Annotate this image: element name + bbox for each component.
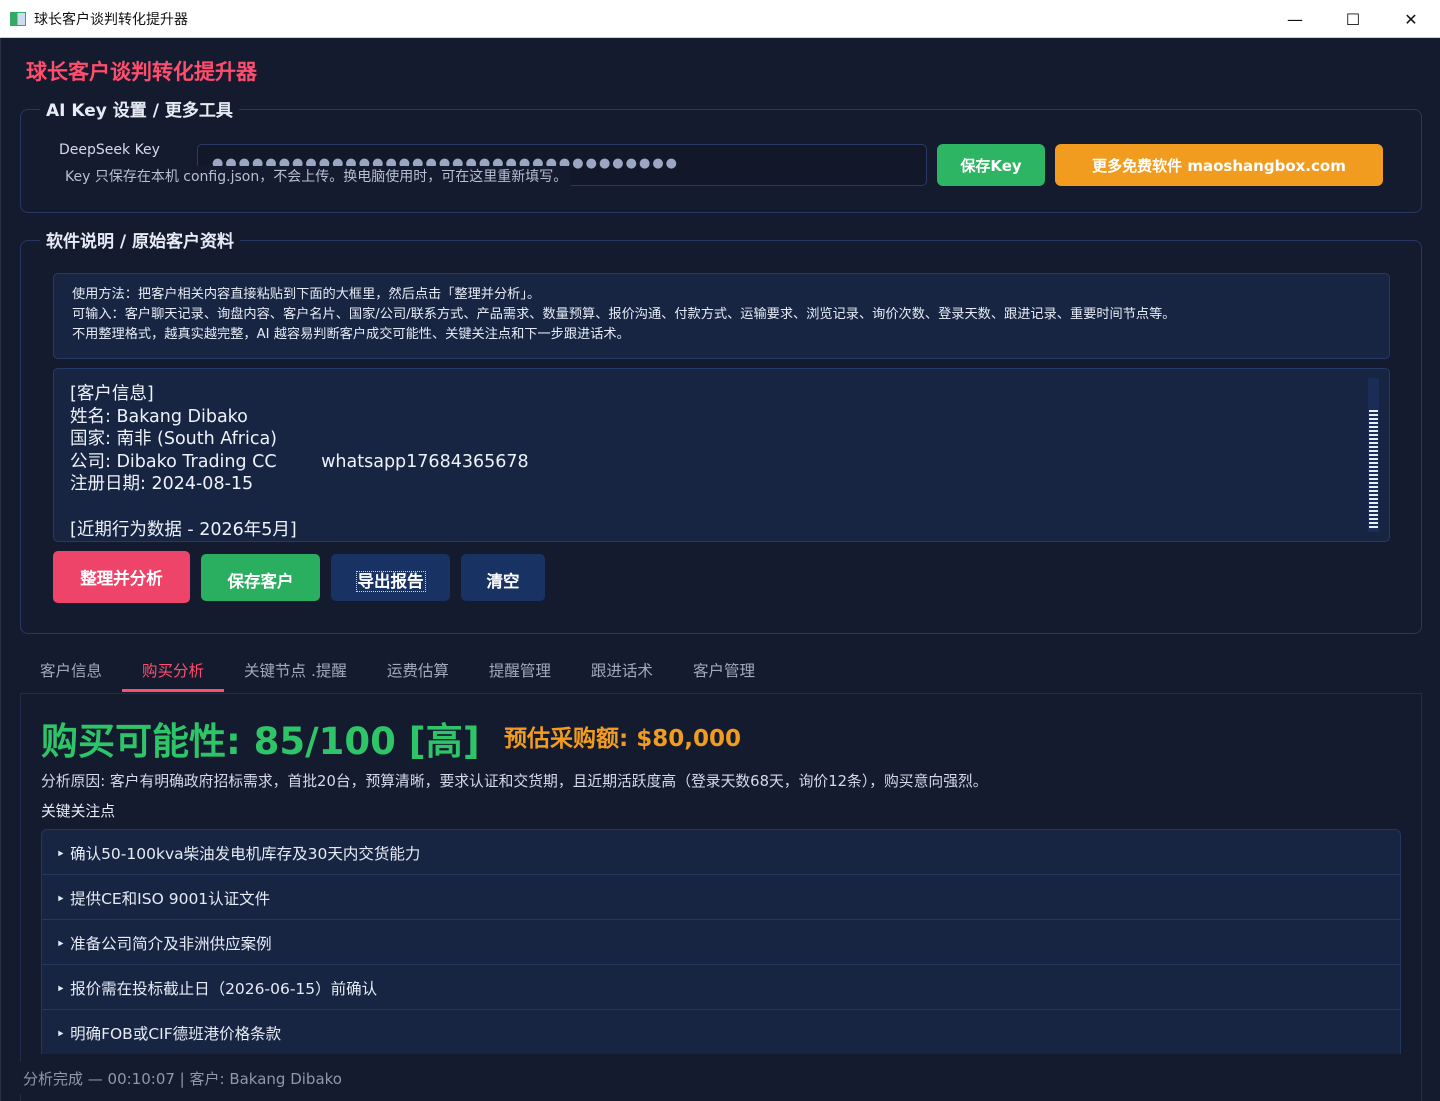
status-bar: 分析完成 — 00:10:07 | 客户: Bakang Dibako (1, 1062, 1421, 1094)
app-title: 球长客户谈判转化提升器 (26, 60, 257, 84)
export-report-button[interactable]: 导出报告 (331, 554, 450, 601)
clear-button[interactable]: 清空 (461, 554, 545, 601)
scrollbar-thumb[interactable] (1369, 410, 1378, 528)
tab-key-milestones[interactable]: 关键节点 .提醒 (224, 646, 367, 692)
minimize-button[interactable]: — (1266, 0, 1324, 38)
list-item[interactable]: ‣ 报价需在投标截止日（2026-06-15）前确认 (41, 964, 1401, 1009)
usage-instructions: 使用方法：把客户相关内容直接粘贴到下面的大框里，然后点击「整理并分析」。 可输入… (53, 273, 1390, 359)
raw-customer-group: 软件说明 / 原始客户资料 使用方法：把客户相关内容直接粘贴到下面的大框里，然后… (20, 227, 1422, 634)
key-points-title: 关键关注点 (41, 803, 115, 820)
app-client-area: 球长客户谈判转化提升器 AI Key 设置 / 更多工具 DeepSeek Ke… (0, 38, 1440, 1101)
purchase-analysis-pane: 购买可能性: 85/100 [高] 预估采购额: $80,000 分析原因: 客… (20, 693, 1422, 1101)
save-customer-button[interactable]: 保存客户 (201, 554, 320, 601)
export-report-label: 导出报告 (355, 571, 426, 592)
list-item[interactable]: ‣ 准备公司简介及非洲供应案例 (41, 919, 1401, 964)
analyze-button[interactable]: 整理并分析 (53, 551, 190, 603)
window-titlebar: 球长客户谈判转化提升器 — ☐ ✕ (0, 0, 1440, 38)
key-points-list: ‣ 确认50-100kva柴油发电机库存及30天内交货能力 ‣ 提供CE和ISO… (41, 829, 1401, 1054)
maximize-button[interactable]: ☐ (1324, 0, 1382, 38)
main-tabs: 客户信息 购买分析 关键节点 .提醒 运费估算 提醒管理 跟进话术 客户管理 (20, 646, 775, 692)
deepseek-key-label: DeepSeek Key (59, 142, 160, 158)
analysis-reason: 分析原因: 客户有明确政府招标需求，首批20台，预算清晰，要求认证和交货期，且近… (41, 773, 988, 790)
raw-customer-legend: 软件说明 / 原始客户资料 (40, 227, 241, 252)
usage-line: 使用方法：把客户相关内容直接粘贴到下面的大框里，然后点击「整理并分析」。 (72, 287, 541, 302)
key-hint-text: Key 只保存在本机 config.json，不会上传。换电脑使用时，可在这里重… (65, 166, 572, 186)
usage-line: 可输入：客户聊天记录、询盘内容、客户名片、国家/公司/联系方式、产品需求、数量预… (72, 307, 1176, 322)
app-window-icon (10, 11, 26, 26)
tab-freight-estimate[interactable]: 运费估算 (367, 646, 469, 692)
ai-key-legend: AI Key 设置 / 更多工具 (40, 96, 239, 121)
list-item[interactable]: ‣ 确认50-100kva柴油发电机库存及30天内交货能力 (41, 829, 1401, 874)
more-software-button[interactable]: 更多免费软件 maoshangbox.com (1055, 144, 1383, 186)
ai-key-group: AI Key 设置 / 更多工具 DeepSeek Key ●●●●●●●●●●… (20, 96, 1422, 213)
save-key-button[interactable]: 保存Key (937, 144, 1045, 186)
tab-purchase-analysis[interactable]: 购买分析 (122, 646, 225, 692)
window-controls: — ☐ ✕ (1266, 0, 1440, 38)
purchase-probability: 购买可能性: 85/100 [高] (41, 720, 480, 763)
estimated-budget: 预估采购额: $80,000 (504, 726, 741, 752)
list-item[interactable]: ‣ 明确FOB或CIF德班港价格条款 (41, 1009, 1401, 1054)
tab-customer-management[interactable]: 客户管理 (673, 646, 775, 692)
close-button[interactable]: ✕ (1382, 0, 1440, 38)
window-title: 球长客户谈判转化提升器 (34, 11, 188, 28)
tab-reminder-management[interactable]: 提醒管理 (469, 646, 571, 692)
customer-textarea-scrollbar[interactable] (1368, 378, 1379, 532)
customer-data-textarea[interactable]: [客户信息] 姓名: Bakang Dibako 国家: 南非 (South A… (53, 368, 1390, 542)
tab-followup-scripts[interactable]: 跟进话术 (571, 646, 673, 692)
usage-line: 不用整理格式，越真实越完整，AI 越容易判断客户成交可能性、关键关注点和下一步跟… (72, 327, 630, 342)
list-item[interactable]: ‣ 提供CE和ISO 9001认证文件 (41, 874, 1401, 919)
tab-customer-info[interactable]: 客户信息 (20, 646, 122, 692)
